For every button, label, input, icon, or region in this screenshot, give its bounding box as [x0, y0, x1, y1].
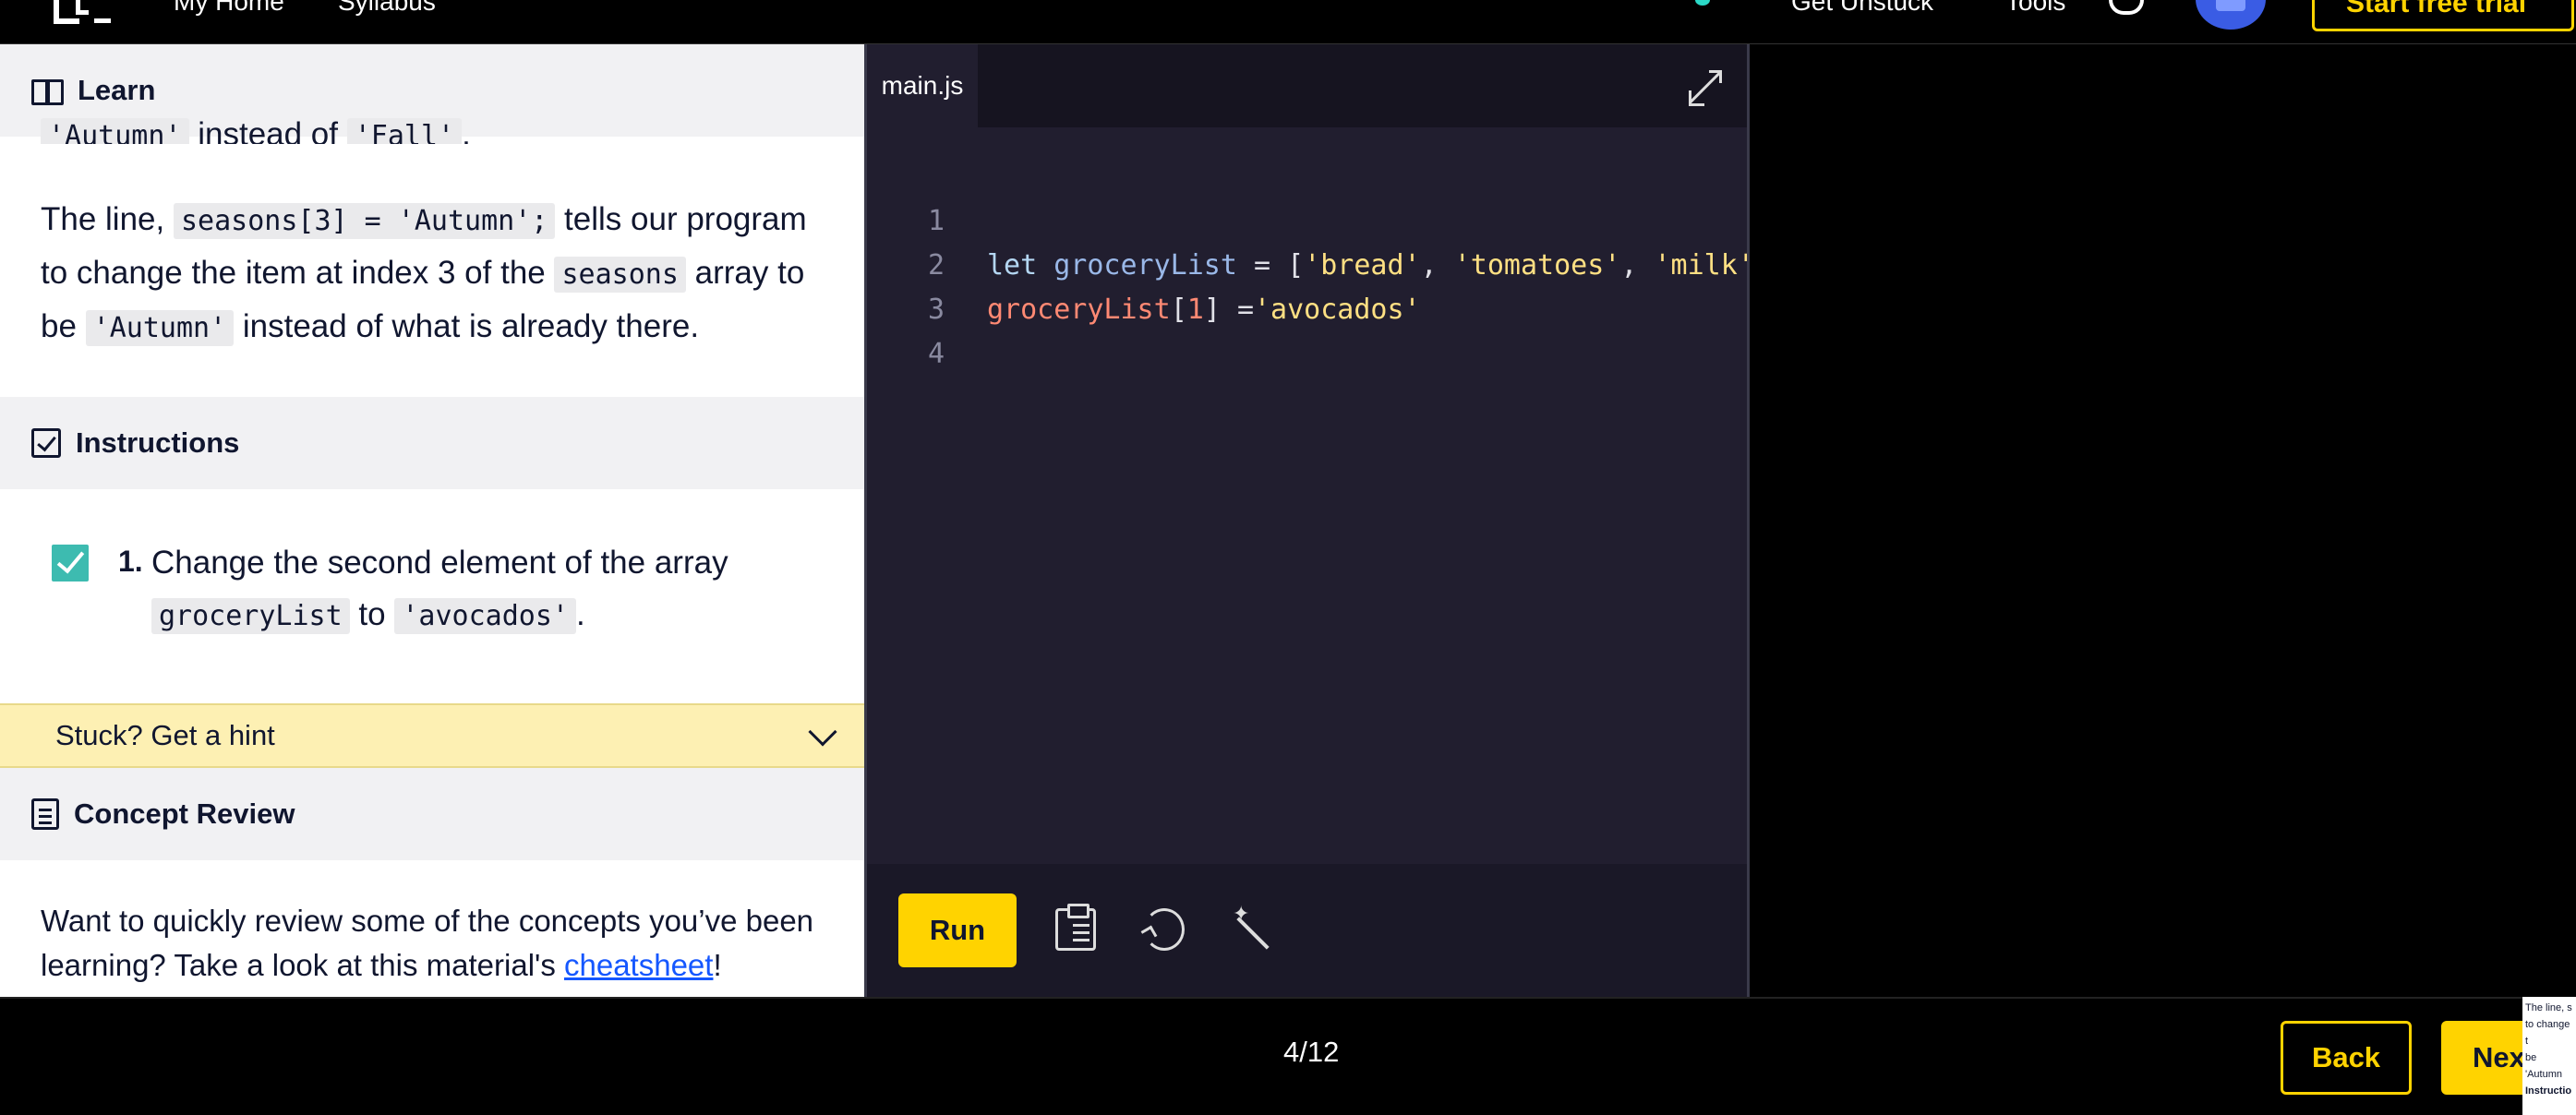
- run-button[interactable]: Run: [898, 893, 1017, 967]
- code-area[interactable]: 1 let groceryList = ['bread', 'tomatoes'…: [867, 155, 1788, 370]
- code-seasons: seasons: [554, 257, 686, 293]
- task-number: 1.: [118, 545, 143, 578]
- code-fall: 'Fall': [346, 118, 463, 144]
- codecademy-logo[interactable]: [54, 0, 111, 26]
- text-fragment: instead of what is already there.: [234, 308, 700, 344]
- concept-review-text: Want to quickly review some of the conce…: [41, 899, 835, 988]
- learn-header-label: Learn: [78, 74, 156, 106]
- code-line-content-1: let groceryList = ['bread', 'tomatoes', …: [987, 249, 1788, 282]
- bell-icon[interactable]: [2109, 0, 2144, 15]
- reset-icon[interactable]: [1144, 908, 1185, 951]
- code-line: 3: [867, 244, 967, 326]
- code-autumn-value: 'Autumn': [85, 310, 235, 346]
- instructions-header-label: Instructions: [76, 426, 240, 459]
- code-line: 2 groceryList[1] ='avocados': [867, 199, 1421, 326]
- thumbnail-line: to change t: [2525, 1019, 2570, 1047]
- nav-get-unstuck[interactable]: Get Unstuck: [1791, 0, 1933, 17]
- concept-review-label: Concept Review: [74, 797, 295, 830]
- output-panel: [1747, 44, 2576, 997]
- screenshot-thumbnail[interactable]: The line, s to change t be 'Autumn Instr…: [2522, 997, 2576, 1115]
- task-checkbox-checked[interactable]: [52, 545, 89, 581]
- nav-syllabus[interactable]: Syllabus: [338, 0, 436, 17]
- task-text: Change the second element of the array g…: [151, 537, 835, 642]
- code-editor[interactable]: main.js 1 let groceryList = ['bread', 't…: [864, 44, 1788, 997]
- code-grocerylist: groceryList: [151, 598, 350, 634]
- nav-tools[interactable]: Tools: [2005, 0, 2065, 17]
- tab-main-js[interactable]: main.js: [867, 44, 978, 127]
- magic-wand-icon[interactable]: [1233, 903, 1273, 951]
- cheatsheet-link[interactable]: cheatsheet: [564, 948, 713, 982]
- text-fragment: .: [462, 116, 471, 144]
- start-free-trial-button[interactable]: Start free trial: [2312, 0, 2574, 31]
- thumbnail-line: Instructio: [2525, 1085, 2572, 1097]
- text-fragment: The line,: [41, 201, 174, 237]
- thumbnail-line: be 'Autumn: [2525, 1052, 2563, 1080]
- code-line-content-2: groceryList[1] ='avocados': [987, 294, 1421, 326]
- text-fragment: Change the second element of the array: [151, 545, 728, 581]
- code-seasons-assign: seasons[3] = 'Autumn';: [173, 203, 556, 239]
- nav-my-home[interactable]: My Home: [174, 0, 284, 17]
- lesson-progress: 4/12: [1283, 1036, 1340, 1068]
- book-icon: [31, 78, 64, 105]
- text-fragment: !: [713, 948, 722, 982]
- clipboard-icon[interactable]: [1055, 904, 1096, 951]
- document-icon: [31, 798, 59, 830]
- code-autumn: 'Autumn': [41, 118, 189, 144]
- text-fragment: instead of: [188, 116, 347, 144]
- learn-pane[interactable]: Learn 'Autumn' instead of 'Fall'. The li…: [0, 44, 864, 997]
- concept-review-header: Concept Review: [0, 768, 864, 860]
- checkbox-icon: [31, 428, 61, 458]
- avatar[interactable]: [2196, 0, 2266, 30]
- code-avocados: 'avocados': [394, 598, 576, 634]
- back-button[interactable]: Back: [2281, 1021, 2412, 1095]
- code-line: 4: [867, 288, 967, 370]
- chevron-down-icon: [808, 717, 837, 747]
- hint-toggle[interactable]: Stuck? Get a hint: [0, 703, 864, 768]
- top-navigation: My Home Syllabus Get Unstuck Tools Start…: [0, 0, 2576, 44]
- bottom-bar: 4/12 Back Next: [0, 997, 2576, 1115]
- code-line: 1 let groceryList = ['bread', 'tomatoes'…: [867, 155, 1788, 282]
- editor-toolbar: Run: [867, 864, 1750, 997]
- text-fragment: .: [575, 596, 585, 632]
- notification-dot-icon: [1695, 0, 1710, 6]
- line-number: 4: [927, 338, 945, 370]
- lesson-paragraph: The line, seasons[3] = 'Autumn'; tells o…: [41, 194, 835, 354]
- partial-text-line: 'Autumn' instead of 'Fall'.: [41, 116, 835, 144]
- text-fragment: to: [349, 596, 395, 632]
- thumbnail-line: The line, s: [2525, 1002, 2572, 1013]
- editor-tabbar: main.js: [867, 44, 1750, 127]
- expand-icon[interactable]: [1689, 70, 1722, 106]
- instructions-header: Instructions: [0, 397, 864, 489]
- hint-label: Stuck? Get a hint: [55, 719, 275, 751]
